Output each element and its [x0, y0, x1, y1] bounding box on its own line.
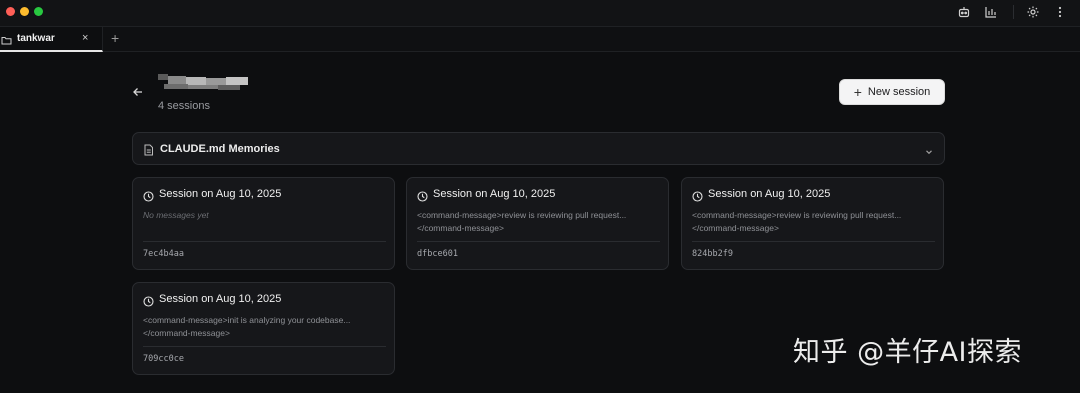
session-id: 824bb2f9 — [692, 249, 733, 259]
session-id: 7ec4b4aa — [143, 249, 184, 259]
memories-label: CLAUDE.md Memories — [160, 143, 280, 155]
session-preview: No messages yet — [143, 210, 209, 220]
project-title-redacted — [158, 74, 248, 92]
clock-icon — [692, 189, 703, 202]
minimize-window-button[interactable] — [20, 7, 29, 16]
session-id: dfbce601 — [417, 249, 458, 259]
session-title: Session on Aug 10, 2025 — [708, 188, 831, 200]
session-title: Session on Aug 10, 2025 — [433, 188, 556, 200]
title-bar — [0, 0, 1080, 27]
maximize-window-button[interactable] — [34, 7, 43, 16]
divider — [417, 241, 660, 242]
session-card[interactable]: Session on Aug 10, 2025 <command-message… — [132, 282, 395, 375]
session-id: 709cc0ce — [143, 354, 184, 364]
toolbar-divider — [1013, 5, 1014, 19]
session-preview: <command-message>review is reviewing pul… — [417, 210, 627, 233]
tab-label: tankwar — [17, 33, 55, 44]
session-card[interactable]: Session on Aug 10, 2025 No messages yet … — [132, 177, 395, 270]
session-card[interactable]: Session on Aug 10, 2025 <command-message… — [681, 177, 944, 270]
folder-icon — [1, 33, 12, 45]
tab-bar: tankwar × + — [0, 27, 1080, 52]
session-card[interactable]: Session on Aug 10, 2025 <command-message… — [406, 177, 669, 270]
add-tab-button[interactable]: + — [111, 30, 119, 46]
back-arrow-icon[interactable] — [132, 85, 144, 97]
zhihu-watermark: 知乎 @羊仔AI探索 — [793, 337, 1023, 368]
clock-icon — [143, 189, 154, 202]
sessions-count: 4 sessions — [158, 100, 210, 112]
session-preview: <command-message>init is analyzing your … — [143, 315, 351, 338]
session-title: Session on Aug 10, 2025 — [159, 188, 282, 200]
divider — [692, 241, 935, 242]
robot-icon[interactable] — [957, 5, 971, 19]
tab-tankwar[interactable]: tankwar × — [0, 27, 103, 52]
bar-chart-icon[interactable] — [984, 5, 998, 19]
session-preview: <command-message>review is reviewing pul… — [692, 210, 902, 233]
file-icon — [143, 143, 154, 156]
session-title: Session on Aug 10, 2025 — [159, 293, 282, 305]
chevron-down-icon[interactable] — [924, 144, 934, 155]
close-tab-icon[interactable]: × — [82, 32, 88, 44]
claude-md-memories-panel[interactable]: CLAUDE.md Memories — [132, 132, 945, 165]
clock-icon — [417, 189, 428, 202]
divider — [143, 241, 386, 242]
divider — [143, 346, 386, 347]
new-session-label: New session — [867, 86, 931, 98]
more-vertical-icon[interactable] — [1053, 5, 1067, 19]
settings-icon[interactable] — [1026, 5, 1040, 19]
new-session-button[interactable]: + New session — [839, 79, 945, 105]
close-window-button[interactable] — [6, 7, 15, 16]
clock-icon — [143, 294, 154, 307]
plus-icon: + — [853, 84, 862, 100]
